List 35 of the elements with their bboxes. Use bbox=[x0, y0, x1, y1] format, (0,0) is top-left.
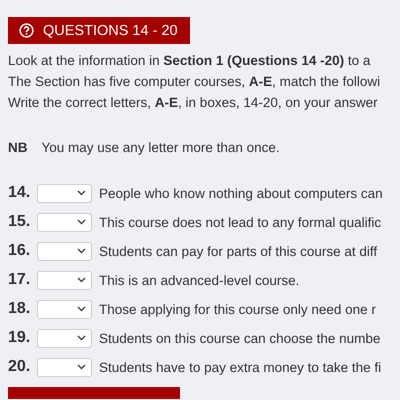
chevron-icon bbox=[77, 248, 86, 254]
help-icon bbox=[19, 23, 34, 38]
question-number: 15. bbox=[8, 213, 32, 231]
instruction-text: Write the correct letters, A-E, in boxes, 14-20, on your answer bbox=[8, 94, 379, 112]
question-text: Students can pay for parts of this course at diff bbox=[99, 244, 378, 258]
note-text: You may use any letter more than once. bbox=[42, 140, 280, 155]
question-text: Those applying for this course only need one r bbox=[99, 302, 376, 316]
question-number: 17. bbox=[8, 271, 32, 289]
instruction-text: The Section has five computer courses, A-E, match the followi bbox=[8, 73, 382, 91]
answer-dropdown[interactable] bbox=[37, 242, 92, 260]
question-text: This is an advanced-level course. bbox=[99, 272, 300, 288]
answer-dropdown[interactable] bbox=[37, 270, 92, 290]
question-text: Students on this course can choose the numbe bbox=[99, 330, 380, 346]
question-text: Students have to pay extra money to take the fi bbox=[99, 360, 382, 374]
note-label: NB bbox=[8, 140, 28, 155]
chevron-icon bbox=[77, 364, 86, 370]
chevron-icon bbox=[77, 277, 86, 283]
chevron-icon bbox=[77, 190, 86, 196]
question-number: 18. bbox=[8, 300, 32, 318]
answer-dropdown[interactable] bbox=[37, 184, 92, 202]
chevron-icon bbox=[77, 335, 86, 341]
chevron-icon bbox=[77, 306, 86, 312]
section-title: QUESTIONS 14 - 20 bbox=[43, 22, 178, 38]
instruction-text: Look at the information in Section 1 (Questions 14 -20) to a bbox=[8, 52, 372, 70]
answer-dropdown[interactable] bbox=[37, 212, 92, 232]
answer-dropdown[interactable] bbox=[37, 328, 92, 348]
question-text: People who know nothing about computers can bbox=[99, 186, 383, 200]
question-number: 20. bbox=[8, 358, 32, 376]
chevron-icon bbox=[77, 219, 86, 225]
question-number: 14. bbox=[8, 184, 32, 202]
answer-dropdown[interactable] bbox=[37, 358, 92, 376]
question-number: 19. bbox=[8, 329, 32, 347]
question-text: This course does not lead to any formal qualific bbox=[99, 214, 382, 230]
answer-dropdown[interactable] bbox=[37, 300, 92, 318]
question-number: 16. bbox=[8, 242, 32, 260]
